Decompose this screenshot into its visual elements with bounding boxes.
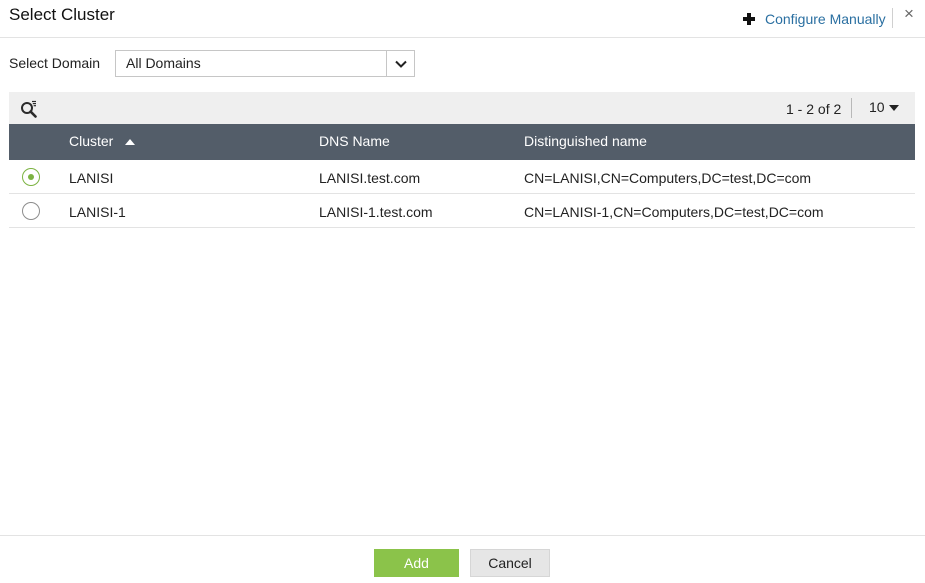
dialog-header: Select Cluster Configure Manually ×: [0, 0, 925, 38]
table-row[interactable]: LANISI-1 LANISI-1.test.com CN=LANISI-1,C…: [9, 194, 915, 228]
sort-ascending-icon: [125, 139, 136, 145]
column-header-distinguished-name[interactable]: Distinguished name: [524, 133, 647, 149]
plus-icon: [742, 12, 756, 26]
header-divider: [892, 8, 893, 28]
dns-name-cell: LANISI-1.test.com: [319, 204, 433, 220]
cluster-cell: LANISI: [69, 170, 114, 186]
grid-toolbar: 1 - 2 of 2 10: [9, 92, 915, 124]
table-row[interactable]: LANISI LANISI.test.com CN=LANISI,CN=Comp…: [9, 160, 915, 194]
page-size-value: 10: [869, 99, 885, 115]
pager-divider: [851, 98, 852, 118]
dns-name-cell: LANISI.test.com: [319, 170, 421, 186]
configure-manually-button[interactable]: Configure Manually: [742, 9, 886, 29]
select-domain-label: Select Domain: [9, 55, 101, 71]
page-size-selector[interactable]: 10: [869, 99, 899, 115]
domain-dropdown[interactable]: All Domains: [115, 50, 415, 77]
close-icon[interactable]: ×: [901, 5, 917, 23]
column-header-distinguished-name-label: Distinguished name: [524, 133, 647, 149]
column-header-dns-name-label: DNS Name: [319, 133, 390, 149]
domain-dropdown-toggle[interactable]: [386, 51, 414, 76]
domain-selected-value: All Domains: [126, 55, 201, 71]
cancel-button[interactable]: Cancel: [470, 549, 550, 577]
add-button[interactable]: Add: [374, 549, 459, 577]
cluster-cell: LANISI-1: [69, 204, 126, 220]
grid-header: Cluster DNS Name Distinguished name: [9, 124, 915, 160]
distinguished-name-cell: CN=LANISI-1,CN=Computers,DC=test,DC=com: [524, 204, 824, 220]
column-header-cluster[interactable]: Cluster: [69, 133, 136, 149]
dialog-title: Select Cluster: [9, 5, 115, 24]
distinguished-name-cell: CN=LANISI,CN=Computers,DC=test,DC=com: [524, 170, 812, 186]
configure-manually-label: Configure Manually: [765, 11, 886, 27]
column-header-cluster-label: Cluster: [69, 133, 114, 149]
search-filter-icon[interactable]: [20, 100, 38, 118]
row-radio-button[interactable]: [22, 202, 40, 220]
dialog-footer: Add Cancel: [0, 535, 925, 583]
pager-range: 1 - 2 of 2: [786, 101, 842, 117]
chevron-down-icon: [394, 60, 407, 68]
caret-down-icon: [888, 104, 899, 111]
column-header-dns-name[interactable]: DNS Name: [319, 133, 390, 149]
row-radio-button[interactable]: [22, 168, 40, 186]
